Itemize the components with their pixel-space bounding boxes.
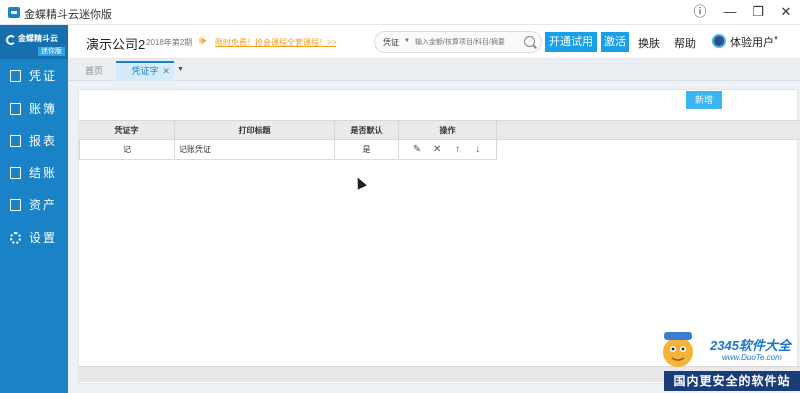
- company-name[interactable]: 演示公司2: [86, 34, 145, 53]
- tab-bar: 首页 凭证字 ✕ ▼: [68, 59, 800, 81]
- column-header: 是否默认: [335, 121, 399, 139]
- avatar[interactable]: [712, 34, 726, 48]
- activate-button[interactable]: 激活: [601, 32, 629, 52]
- promo-link[interactable]: 限时免费！抢会课程全套课程！>>: [215, 37, 336, 48]
- edit-icon: [10, 70, 21, 82]
- cell-operations: ✎ ✕ ↑ ↓: [399, 140, 497, 159]
- sidebar-item-voucher[interactable]: 凭证: [0, 64, 68, 88]
- help-link[interactable]: 帮助: [674, 35, 696, 51]
- move-up-icon[interactable]: ↑: [449, 140, 465, 159]
- cell-is-default: 是: [335, 140, 399, 159]
- sidebar-item-label: 凭证: [29, 69, 58, 83]
- skin-link[interactable]: 换肤: [638, 35, 660, 51]
- search-icon[interactable]: [524, 36, 535, 47]
- window-title: 金蝶精斗云迷你版: [24, 9, 112, 21]
- sidebar: 金蝶精斗云 迷你版 凭证 账簿 报表 结账 资产 设置: [0, 25, 68, 393]
- checkout-icon: [10, 167, 21, 179]
- delete-icon[interactable]: ✕: [429, 140, 445, 159]
- close-button[interactable]: ✕: [776, 3, 796, 21]
- logo: 金蝶精斗云 迷你版: [0, 25, 68, 59]
- watermark-slogan: 国内更安全的软件站: [664, 371, 800, 391]
- edit-icon[interactable]: ✎: [409, 140, 425, 159]
- cell-print-title: 记账凭证: [175, 140, 335, 159]
- asset-icon: [10, 199, 21, 211]
- tab-voucher-word[interactable]: 凭证字 ✕: [116, 61, 174, 81]
- watermark-url: www.DuoTe.com: [722, 353, 782, 362]
- sidebar-item-label: 设置: [29, 231, 58, 245]
- watermark-mascot-icon: [663, 332, 693, 367]
- trial-button[interactable]: 开通试用: [545, 32, 597, 52]
- sidebar-item-label: 结账: [29, 166, 58, 180]
- search-box: 凭证 ▼: [374, 31, 542, 53]
- watermark-logo: 2345软件大全: [710, 338, 791, 353]
- report-icon: [10, 135, 21, 147]
- sidebar-item-settings[interactable]: 设置: [0, 226, 68, 250]
- title-bar: 金蝶精斗云迷你版 ⓘ — ❐ ✕: [0, 0, 800, 25]
- book-icon: [10, 103, 21, 115]
- close-icon[interactable]: ✕: [162, 63, 170, 80]
- tab-label: 凭证字: [131, 66, 159, 76]
- sidebar-item-label: 资产: [29, 198, 58, 212]
- gear-icon: [10, 232, 21, 244]
- sidebar-item-ledger[interactable]: 账簿: [0, 97, 68, 121]
- info-icon[interactable]: ⓘ: [690, 3, 710, 21]
- search-scope-select[interactable]: 凭证: [383, 37, 399, 48]
- chevron-down-icon[interactable]: ▼: [404, 38, 410, 44]
- sidebar-item-assets[interactable]: 资产: [0, 193, 68, 217]
- sidebar-item-label: 报表: [29, 134, 58, 148]
- column-header: 操作: [399, 121, 497, 139]
- logo-badge: 迷你版: [38, 47, 65, 56]
- speaker-icon: 🕪: [199, 35, 206, 47]
- table-header-row: 凭证字 打印标题 是否默认 操作: [79, 120, 800, 140]
- new-button[interactable]: 新增: [686, 91, 722, 109]
- logo-text: 金蝶精斗云: [18, 34, 58, 43]
- period-label: 2018年第2期: [146, 38, 193, 47]
- maximize-button[interactable]: ❐: [748, 3, 768, 21]
- cell-voucher-word: 记: [79, 140, 175, 159]
- header: 演示公司2 2018年第2期 🕪 限时免费！抢会课程全套课程！>> 凭证 ▼ 开…: [68, 25, 800, 59]
- search-input[interactable]: [415, 35, 519, 49]
- tab-list-dropdown-icon[interactable]: ▼: [177, 66, 184, 73]
- app-icon: [8, 7, 20, 18]
- logo-icon: [6, 35, 16, 45]
- table-row[interactable]: 记 记账凭证 是 ✎ ✕ ↑ ↓: [79, 140, 497, 160]
- chevron-down-icon[interactable]: ▼: [773, 36, 779, 42]
- sidebar-item-report[interactable]: 报表: [0, 129, 68, 153]
- sidebar-item-checkout[interactable]: 结账: [0, 161, 68, 185]
- minimize-button[interactable]: —: [720, 3, 740, 21]
- sidebar-item-label: 账簿: [29, 102, 58, 116]
- tab-home[interactable]: 首页: [74, 61, 114, 81]
- column-header: 打印标题: [175, 121, 335, 139]
- move-down-icon[interactable]: ↓: [470, 140, 486, 159]
- column-header: 凭证字: [79, 121, 175, 139]
- user-name[interactable]: 体验用户: [730, 34, 774, 50]
